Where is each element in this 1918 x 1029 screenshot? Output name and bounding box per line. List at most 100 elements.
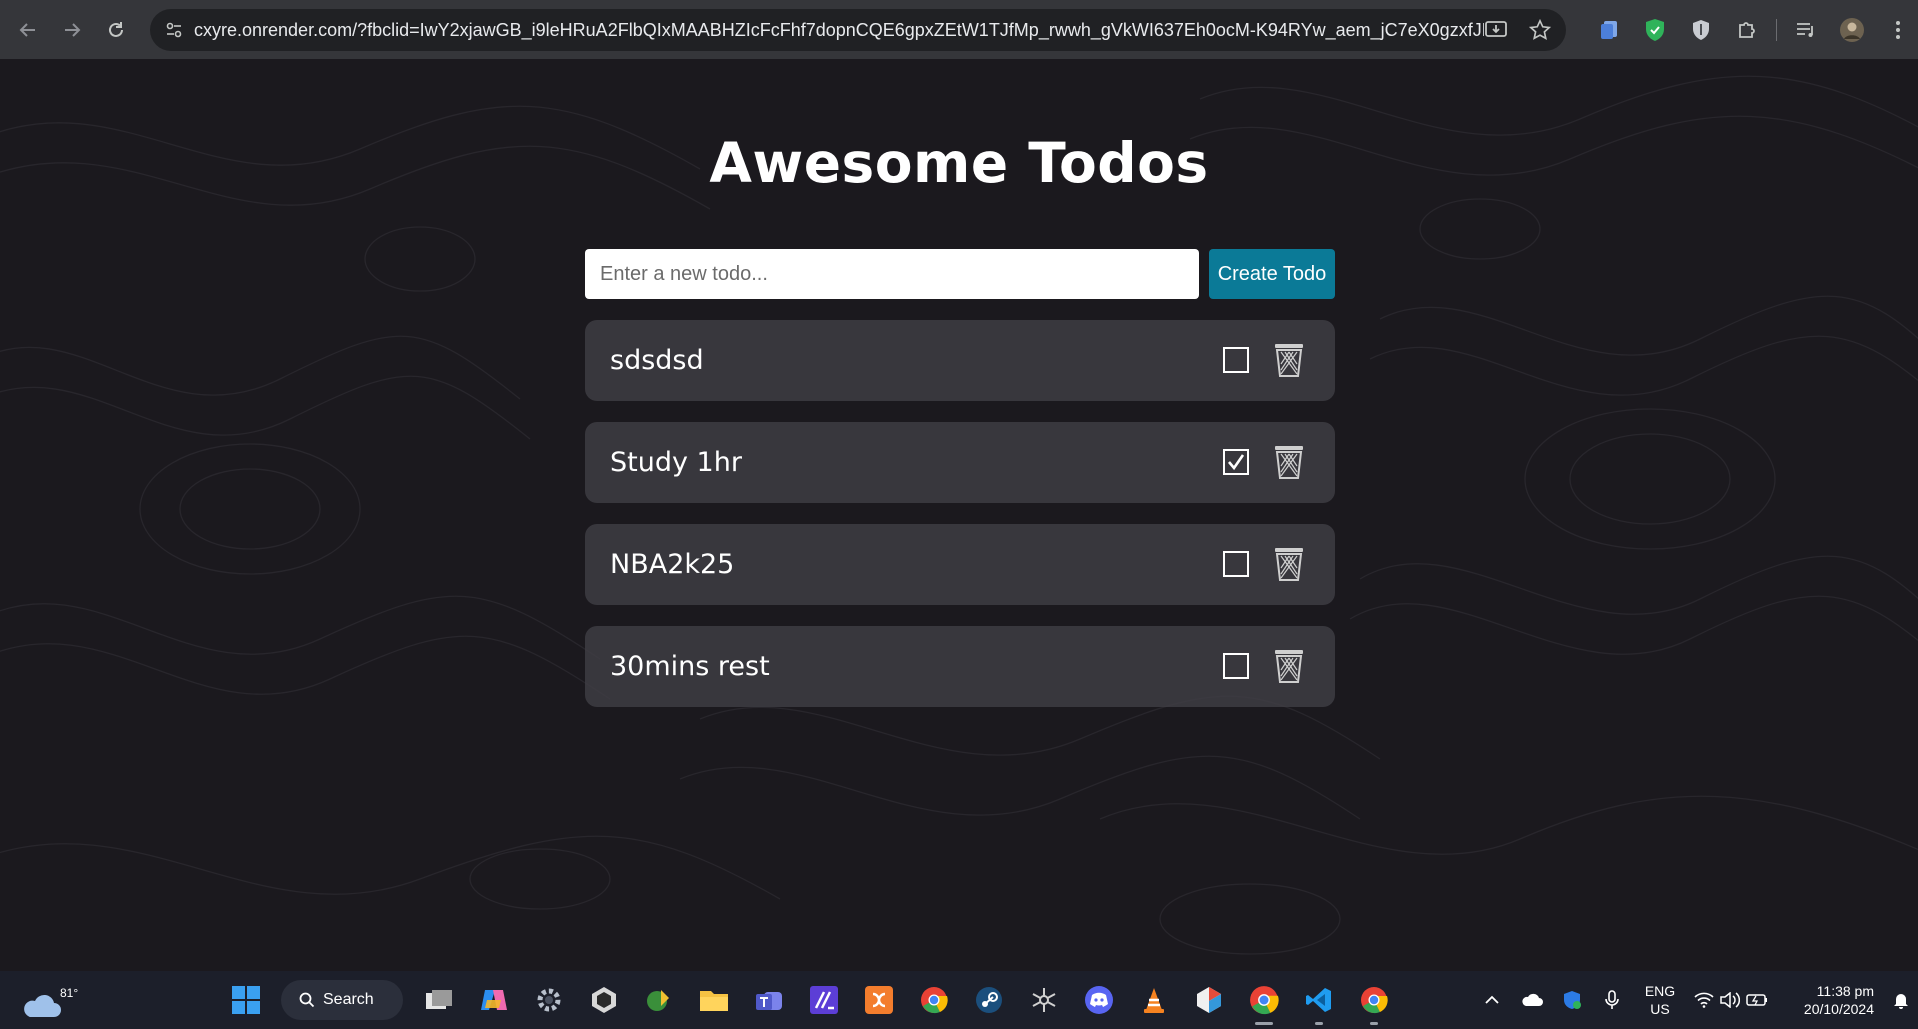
tune-icon [166,22,182,38]
hexagon-icon [1196,987,1221,1013]
site-info-button[interactable] [154,9,194,51]
delete-todo-button[interactable] [1273,342,1305,378]
create-todo-button[interactable]: Create Todo [1209,249,1335,299]
teams-icon [755,992,782,1010]
todo-checkbox[interactable] [1223,653,1249,679]
reload-icon [109,21,123,37]
todo-item: NBA2k25 [585,524,1335,605]
unity-app[interactable] [576,971,631,1029]
chrome-menu-icon[interactable] [1875,8,1918,52]
todo-text: NBA2k25 [610,549,735,580]
microphone-tray[interactable] [1592,971,1632,1029]
page-title: Awesome Todos [709,131,1209,195]
todo-item: Study 1hr [585,422,1335,503]
weather-temperature: 81° [60,986,79,1000]
trash-icon [1275,446,1303,479]
shield-extension-icon[interactable] [1632,8,1678,52]
document-extension-icon[interactable] [1586,8,1632,52]
trash-icon [1275,650,1303,683]
todo-text: Study 1hr [610,447,742,478]
speaker-icon [1720,992,1740,1008]
start-button[interactable] [218,971,273,1029]
todo-checkbox-checked[interactable] [1223,449,1249,475]
hex-app[interactable] [1181,971,1236,1029]
url-text[interactable]: cxyre.onrender.com/?fbclid=IwY2xjawGB_i9… [194,20,1484,41]
bell-icon [1894,994,1908,1009]
xampp-app[interactable] [851,971,906,1029]
todo-text: sdsdsd [610,345,704,376]
vlc-app[interactable] [1126,971,1181,1029]
todo-list: sdsdsd Study 1hr NBA2k25 30mins rest [585,320,1335,728]
chevron-up-icon [1485,995,1499,1004]
new-todo-input[interactable] [585,249,1199,299]
search-label: Search [323,991,374,1008]
language-indicator[interactable]: ENG US [1632,982,1688,1018]
language-region: US [1650,1001,1670,1017]
show-hidden-icons-button[interactable] [1472,971,1512,1029]
back-button[interactable] [6,8,50,52]
defender-tray[interactable] [1552,971,1592,1029]
forward-button[interactable] [50,8,94,52]
chrome-app-active[interactable] [1236,971,1291,1029]
vscode-icon [1305,988,1331,1012]
folder-icon [699,991,728,1011]
clock-date: 20/10/2024 [1803,1001,1874,1017]
teams-app[interactable] [741,971,796,1029]
delete-todo-button[interactable] [1273,444,1305,480]
discord-app[interactable] [1071,971,1126,1029]
windows-logo-icon [231,986,260,1014]
chrome-icon [920,987,948,1014]
vscode-app[interactable] [1291,971,1346,1029]
settings-app[interactable] [521,971,576,1029]
copilot-app[interactable] [466,971,521,1029]
arrow-right-icon [65,22,81,37]
task-view-button[interactable] [411,971,466,1029]
todo-item: 30mins rest [585,626,1335,707]
notifications-button[interactable] [1884,971,1918,1029]
todo-page: Awesome Todos Create Todo sdsdsd Study 1… [0,59,1918,971]
todo-checkbox[interactable] [1223,347,1249,373]
trash-icon [1275,548,1303,581]
file-explorer-app[interactable] [686,971,741,1029]
media-controls-icon[interactable] [1783,8,1829,52]
globe-edit-icon [646,990,669,1011]
xampp-icon [864,986,893,1014]
network-sound-battery[interactable] [1688,971,1774,1029]
toolbar-divider [1776,19,1777,41]
taskbar-search[interactable]: Search [281,980,403,1020]
visual-studio-app[interactable] [796,971,851,1029]
taskbar-apps: Search [218,971,1401,1029]
chrome-app[interactable] [906,971,961,1029]
task-view-icon [425,990,452,1009]
checkmark-icon [1228,454,1245,471]
star-outline-icon [1032,988,1055,1012]
browser-toolbar: cxyre.onrender.com/?fbclid=IwY2xjawGB_i9… [0,0,1918,59]
vlc-cone-icon [1143,988,1164,1013]
shield-check-icon [1564,991,1581,1009]
reload-button[interactable] [94,8,138,52]
clock-time: 11:38 pm [1816,983,1874,999]
profile-avatar-icon[interactable] [1829,8,1875,52]
steam-app[interactable] [961,971,1016,1029]
globe-app[interactable] [631,971,686,1029]
microphone-icon [1605,990,1619,1009]
bookmark-star-icon[interactable] [1526,16,1554,44]
todo-checkbox[interactable] [1223,551,1249,577]
gear-icon [537,988,560,1012]
pinned-app[interactable] [1016,971,1071,1029]
security-extension-icon[interactable] [1678,8,1724,52]
weather-widget[interactable]: 81° [20,977,78,1023]
delete-todo-button[interactable] [1273,546,1305,582]
onedrive-cloud-icon [1522,993,1543,1006]
install-app-icon[interactable] [1482,16,1510,44]
delete-todo-button[interactable] [1273,648,1305,684]
clock[interactable]: 11:38 pm 20/10/2024 [1774,982,1884,1018]
steam-icon [975,987,1002,1013]
chrome-profile-app[interactable] [1346,971,1401,1029]
onedrive-tray[interactable] [1512,971,1552,1029]
copilot-icon [480,990,507,1010]
address-bar[interactable]: cxyre.onrender.com/?fbclid=IwY2xjawGB_i9… [150,9,1566,51]
puzzle-extensions-icon[interactable] [1724,8,1770,52]
windows-taskbar: 81° Search ENG US 11:38 pm 20/10/2024 [0,971,1918,1029]
search-icon [299,992,315,1008]
